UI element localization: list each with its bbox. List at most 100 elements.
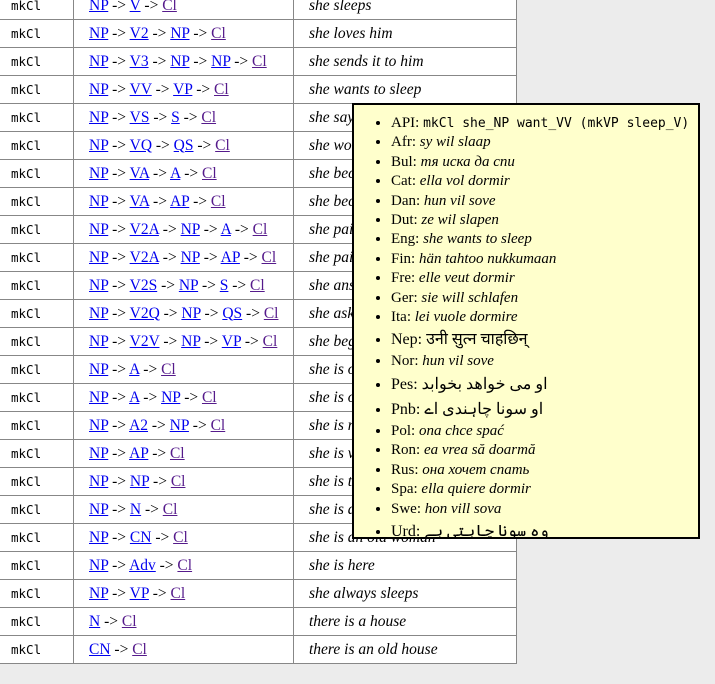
arrow-text: -> [159,249,181,266]
category-link[interactable]: Cl [201,109,216,126]
category-link[interactable]: QS [174,137,194,154]
category-link[interactable]: NP [161,389,180,406]
category-link[interactable]: Cl [162,0,177,14]
category-link[interactable]: Cl [163,501,178,518]
category-link[interactable]: N [130,501,141,518]
category-link[interactable]: Cl [264,305,279,322]
category-link[interactable]: V2S [130,277,158,294]
translation-text: lei vuole dormire [415,309,518,325]
category-link[interactable]: A [221,221,231,238]
category-link[interactable]: NP [181,333,200,350]
category-link[interactable]: CN [89,641,111,658]
category-link[interactable]: NP [89,165,108,182]
category-link[interactable]: NP [89,417,108,434]
category-link[interactable]: NP [89,361,108,378]
category-link[interactable]: Cl [173,529,188,546]
category-link[interactable]: Cl [122,613,137,630]
category-link[interactable]: NP [181,305,200,322]
category-link[interactable]: V2 [130,25,149,42]
category-link[interactable]: NP [89,25,108,42]
category-link[interactable]: AP [170,193,189,210]
category-link[interactable]: N [89,613,100,630]
category-link[interactable]: V2A [130,221,159,238]
category-link[interactable]: NP [170,53,189,70]
language-code: Dan: [391,193,424,209]
category-link[interactable]: V3 [130,53,149,70]
category-link[interactable]: Adv [129,557,156,574]
category-link[interactable]: VS [130,109,150,126]
category-link[interactable]: A [129,361,139,378]
category-link[interactable]: NP [89,249,108,266]
category-link[interactable]: VP [173,81,192,98]
category-link[interactable]: Cl [171,585,186,602]
rule-cell: NP -> N -> Cl [74,496,294,524]
category-link[interactable]: VP [130,585,149,602]
category-link[interactable]: NP [170,417,189,434]
category-link[interactable]: Cl [171,473,186,490]
category-link[interactable]: NP [89,473,108,490]
category-link[interactable]: QS [222,305,242,322]
category-link[interactable]: NP [89,585,108,602]
category-link[interactable]: NP [181,221,200,238]
category-link[interactable]: V2Q [130,305,160,322]
function-name-cell: mkCl [0,160,74,188]
category-link[interactable]: NP [89,277,108,294]
arrow-text: -> [149,473,171,490]
category-link[interactable]: Cl [211,417,226,434]
category-link[interactable]: AP [129,445,148,462]
category-link[interactable]: NP [89,333,108,350]
category-link[interactable]: NP [181,249,200,266]
category-link[interactable]: Cl [215,137,230,154]
category-link[interactable]: A2 [129,417,148,434]
category-link[interactable]: NP [89,193,108,210]
category-link[interactable]: NP [89,0,108,14]
table-row: mkClCN -> Clthere is an old house [0,636,517,664]
category-link[interactable]: Cl [202,389,217,406]
category-link[interactable]: S [171,109,180,126]
category-link[interactable]: Cl [263,333,278,350]
arrow-text: -> [108,361,129,378]
category-link[interactable]: Cl [214,81,229,98]
category-link[interactable]: VA [130,193,150,210]
category-link[interactable]: NP [89,529,108,546]
category-link[interactable]: NP [89,109,108,126]
category-link[interactable]: Cl [177,557,192,574]
category-link[interactable]: V [130,0,141,14]
category-link[interactable]: AP [221,249,240,266]
arrow-text: -> [180,165,202,182]
category-link[interactable]: NP [211,53,230,70]
category-link[interactable]: NP [89,445,108,462]
arrow-text: -> [231,221,253,238]
arrow-text: -> [108,501,130,518]
category-link[interactable]: VP [222,333,241,350]
category-link[interactable]: Cl [250,277,265,294]
category-link[interactable]: A [129,389,139,406]
category-link[interactable]: CN [130,529,152,546]
category-link[interactable]: Cl [211,25,226,42]
category-link[interactable]: NP [89,557,108,574]
category-link[interactable]: Cl [262,249,277,266]
category-link[interactable]: Cl [253,221,268,238]
category-link[interactable]: VV [130,81,152,98]
category-link[interactable]: A [170,165,180,182]
category-link[interactable]: VQ [130,137,152,154]
category-link[interactable]: Cl [211,193,226,210]
category-link[interactable]: NP [89,137,108,154]
category-link[interactable]: VA [130,165,150,182]
category-link[interactable]: Cl [252,53,267,70]
category-link[interactable]: NP [89,81,108,98]
category-link[interactable]: NP [130,473,149,490]
category-link[interactable]: V2A [130,249,159,266]
category-link[interactable]: NP [179,277,198,294]
category-link[interactable]: NP [89,501,108,518]
category-link[interactable]: V2V [130,333,160,350]
category-link[interactable]: Cl [202,165,217,182]
category-link[interactable]: NP [89,53,108,70]
category-link[interactable]: Cl [132,641,147,658]
category-link[interactable]: Cl [161,361,176,378]
category-link[interactable]: NP [89,221,108,238]
category-link[interactable]: NP [89,389,108,406]
category-link[interactable]: NP [170,25,189,42]
category-link[interactable]: Cl [170,445,185,462]
category-link[interactable]: NP [89,305,108,322]
